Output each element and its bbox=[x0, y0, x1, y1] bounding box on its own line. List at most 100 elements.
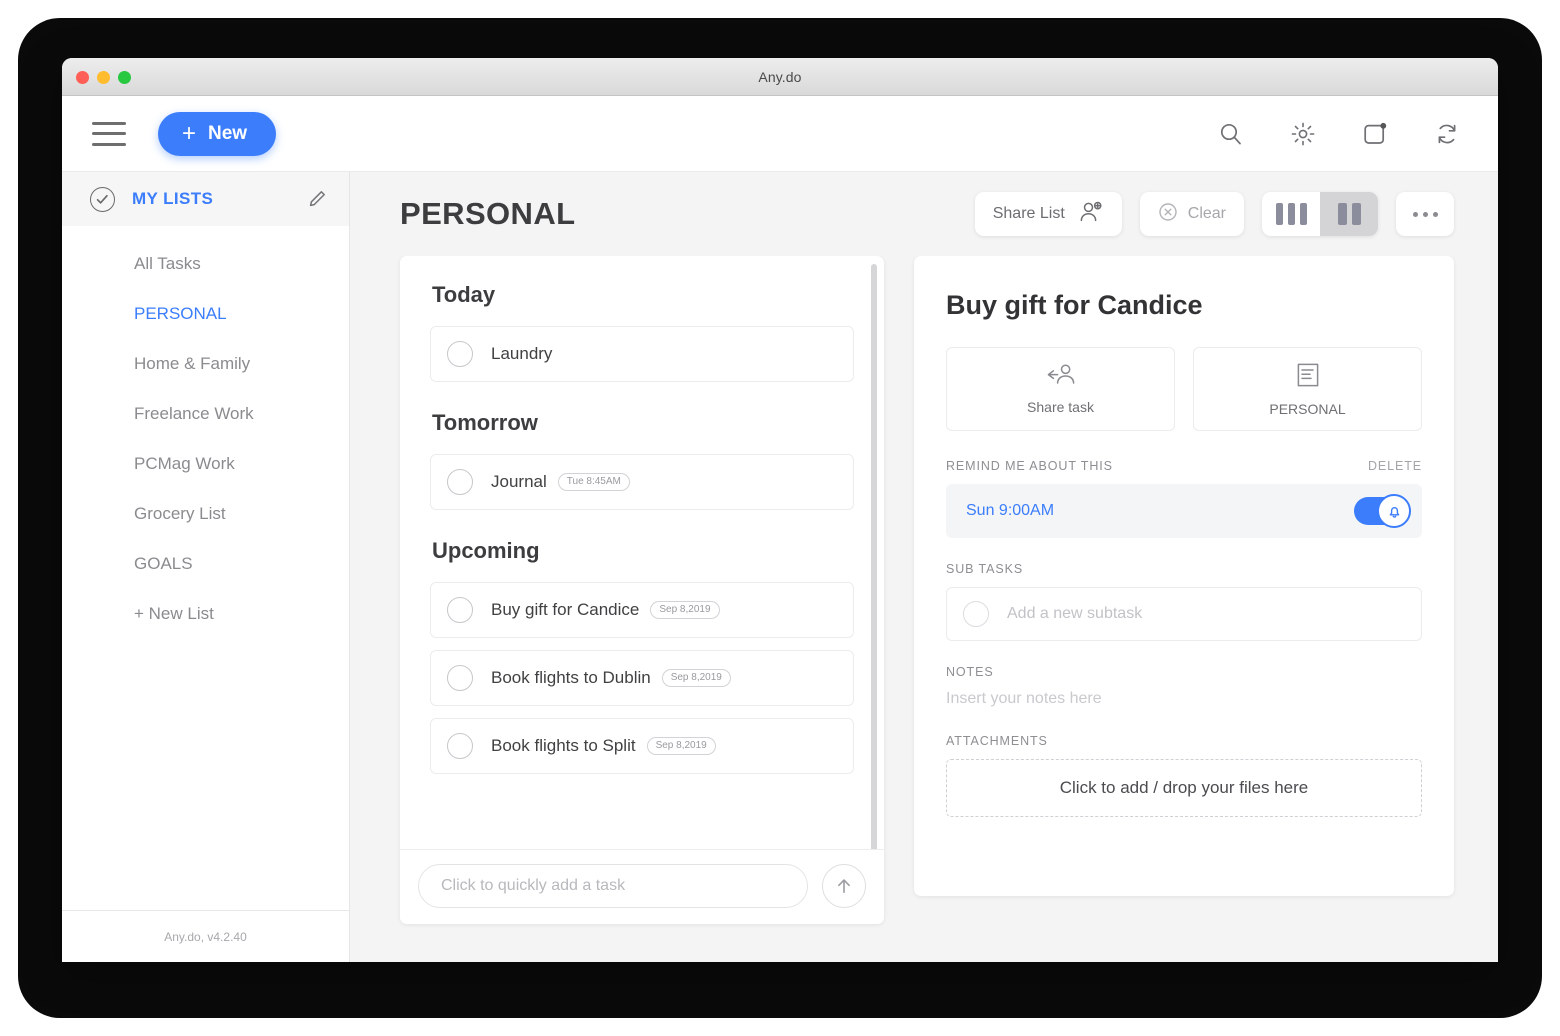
app-version: Any.do, v4.2.40 bbox=[62, 910, 349, 962]
task-row[interactable]: Laundry bbox=[430, 326, 854, 382]
task-label: Book flights to Dublin bbox=[491, 668, 651, 687]
notes-section-label: NOTES bbox=[946, 665, 994, 679]
reminder-section-header: REMIND ME ABOUT THIS DELETE bbox=[946, 459, 1422, 473]
add-subtask-placeholder: Add a new subtask bbox=[1007, 605, 1143, 622]
task-checkbox[interactable] bbox=[447, 341, 473, 367]
sidebar-header-label: MY LISTS bbox=[132, 189, 214, 208]
view-toggle-group bbox=[1262, 192, 1378, 236]
main-header: PERSONAL Share List Clear bbox=[350, 172, 1498, 256]
bell-icon bbox=[1377, 494, 1411, 528]
subtask-checkbox[interactable] bbox=[963, 601, 989, 627]
subtasks-section-label: SUB TASKS bbox=[946, 562, 1024, 576]
share-list-label: Share List bbox=[992, 205, 1065, 222]
notes-placeholder[interactable]: Insert your notes here bbox=[946, 690, 1422, 708]
sidebar-item[interactable]: Freelance Work bbox=[62, 389, 349, 439]
traffic-lights bbox=[76, 71, 131, 84]
app-toolbar: + New bbox=[62, 96, 1498, 172]
notifications-icon[interactable] bbox=[1352, 111, 1398, 157]
task-date-badge: Sep 8,2019 bbox=[661, 669, 731, 687]
document-icon bbox=[1295, 361, 1321, 392]
screenshot-stage: Any.do + New MY LISTS All Tasks PERSONAL… bbox=[0, 0, 1560, 1036]
detail-task-title: Buy gift for Candice bbox=[946, 290, 1203, 320]
task-date-badge: Tue 8:45AM bbox=[557, 473, 630, 491]
quick-add-bar bbox=[400, 849, 884, 924]
reminder-row[interactable]: Sun 9:00AM bbox=[946, 484, 1422, 538]
task-label: Book flights to Split bbox=[491, 736, 636, 755]
task-list-scroll-area: Today Laundry Tomorrow Journal Tue 8:45AM Upc… bbox=[400, 256, 884, 849]
reminder-time-label: Sun 9:00AM bbox=[966, 502, 1055, 519]
sidebar-item[interactable]: Home & Family bbox=[62, 339, 349, 389]
task-date-badge: Sep 8,2019 bbox=[646, 737, 716, 755]
plus-icon: + bbox=[182, 119, 197, 147]
task-list-label: PERSONAL bbox=[1269, 401, 1346, 417]
pencil-icon[interactable] bbox=[307, 189, 327, 209]
reminder-section-label: REMIND ME ABOUT THIS bbox=[946, 459, 1113, 473]
gear-icon[interactable] bbox=[1280, 111, 1326, 157]
attachments-section-header: ATTACHMENTS bbox=[946, 734, 1422, 748]
task-checkbox[interactable] bbox=[447, 469, 473, 495]
task-row[interactable]: Book flights to Dublin Sep 8,2019 bbox=[430, 650, 854, 706]
sidebar: MY LISTS All Tasks PERSONAL Home & Family F… bbox=[62, 172, 350, 962]
detail-action-cards: Share task PERSONAL bbox=[946, 347, 1422, 431]
more-dots-icon[interactable] bbox=[1396, 192, 1454, 236]
hamburger-icon[interactable] bbox=[92, 121, 126, 146]
task-checkbox[interactable] bbox=[447, 733, 473, 759]
share-task-label: Share task bbox=[1027, 399, 1094, 415]
new-task-button[interactable]: + New bbox=[158, 111, 276, 156]
clear-button[interactable]: Clear bbox=[1139, 192, 1244, 236]
sidebar-item[interactable]: All Tasks bbox=[62, 239, 349, 289]
task-detail-panel: Buy gift for Candice Share task PERSONAL… bbox=[914, 256, 1454, 896]
add-person-icon bbox=[1078, 201, 1104, 228]
task-label: Journal bbox=[491, 472, 547, 491]
task-groups: Today Laundry Tomorrow Journal Tue 8:45AM Upc… bbox=[430, 282, 854, 774]
check-circle-icon bbox=[90, 186, 115, 212]
task-list-panel: Today Laundry Tomorrow Journal Tue 8:45AM Upc… bbox=[400, 256, 884, 924]
window-title: Any.do bbox=[758, 68, 802, 85]
task-row[interactable]: Journal Tue 8:45AM bbox=[430, 454, 854, 510]
window-titlebar: Any.do bbox=[62, 58, 1498, 96]
sidebar-item[interactable]: GOALS bbox=[62, 539, 349, 589]
three-column-view-button[interactable] bbox=[1262, 192, 1320, 236]
two-column-view-button[interactable] bbox=[1320, 192, 1378, 236]
app-body: MY LISTS All Tasks PERSONAL Home & Family F… bbox=[62, 172, 1498, 962]
sidebar-item[interactable]: + New List bbox=[62, 589, 349, 639]
attachments-dropzone[interactable]: Click to add / drop your files here bbox=[946, 759, 1422, 817]
task-row[interactable]: Book flights to Split Sep 8,2019 bbox=[430, 718, 854, 774]
clear-circle-icon bbox=[1158, 202, 1178, 227]
add-subtask-row[interactable]: Add a new subtask bbox=[946, 587, 1422, 641]
sync-icon[interactable] bbox=[1424, 111, 1470, 157]
task-checkbox[interactable] bbox=[447, 665, 473, 691]
sidebar-header-my-lists[interactable]: MY LISTS bbox=[62, 172, 349, 226]
main-content: PERSONAL Share List Clear Today Laundry … bbox=[350, 172, 1498, 962]
quick-add-input[interactable] bbox=[418, 864, 808, 908]
share-person-icon bbox=[1046, 363, 1076, 390]
app-window: Any.do + New MY LISTS All Tasks PERSONAL… bbox=[62, 58, 1498, 962]
sidebar-item[interactable]: Grocery List bbox=[62, 489, 349, 539]
task-checkbox[interactable] bbox=[447, 597, 473, 623]
sidebar-item[interactable]: PCMag Work bbox=[62, 439, 349, 489]
task-date-badge: Sep 8,2019 bbox=[650, 601, 720, 619]
task-row[interactable]: Buy gift for Candice Sep 8,2019 bbox=[430, 582, 854, 638]
maximize-window-button[interactable] bbox=[118, 71, 131, 84]
arrow-up-icon[interactable] bbox=[822, 864, 866, 908]
reminder-toggle[interactable] bbox=[1354, 494, 1411, 528]
attachments-section-label: ATTACHMENTS bbox=[946, 734, 1048, 748]
sidebar-item[interactable]: PERSONAL bbox=[62, 289, 349, 339]
delete-reminder-button[interactable]: DELETE bbox=[1368, 459, 1422, 473]
task-label: Buy gift for Candice bbox=[491, 600, 640, 619]
task-label: Laundry bbox=[491, 344, 553, 363]
share-list-button[interactable]: Share List bbox=[974, 192, 1122, 236]
subtasks-section-header: SUB TASKS bbox=[946, 562, 1422, 576]
content-panes: Today Laundry Tomorrow Journal Tue 8:45AM Upc… bbox=[350, 256, 1498, 962]
task-group-title: Upcoming bbox=[432, 538, 540, 563]
notes-section-header: NOTES bbox=[946, 665, 1422, 679]
task-group-title: Tomorrow bbox=[432, 410, 538, 435]
page-title: PERSONAL bbox=[400, 196, 576, 231]
close-window-button[interactable] bbox=[76, 71, 89, 84]
task-group-title: Today bbox=[432, 282, 496, 307]
search-icon[interactable] bbox=[1208, 111, 1254, 157]
task-list-button[interactable]: PERSONAL bbox=[1193, 347, 1422, 431]
share-task-button[interactable]: Share task bbox=[946, 347, 1175, 431]
task-list-scrollbar[interactable] bbox=[871, 264, 877, 849]
minimize-window-button[interactable] bbox=[97, 71, 110, 84]
